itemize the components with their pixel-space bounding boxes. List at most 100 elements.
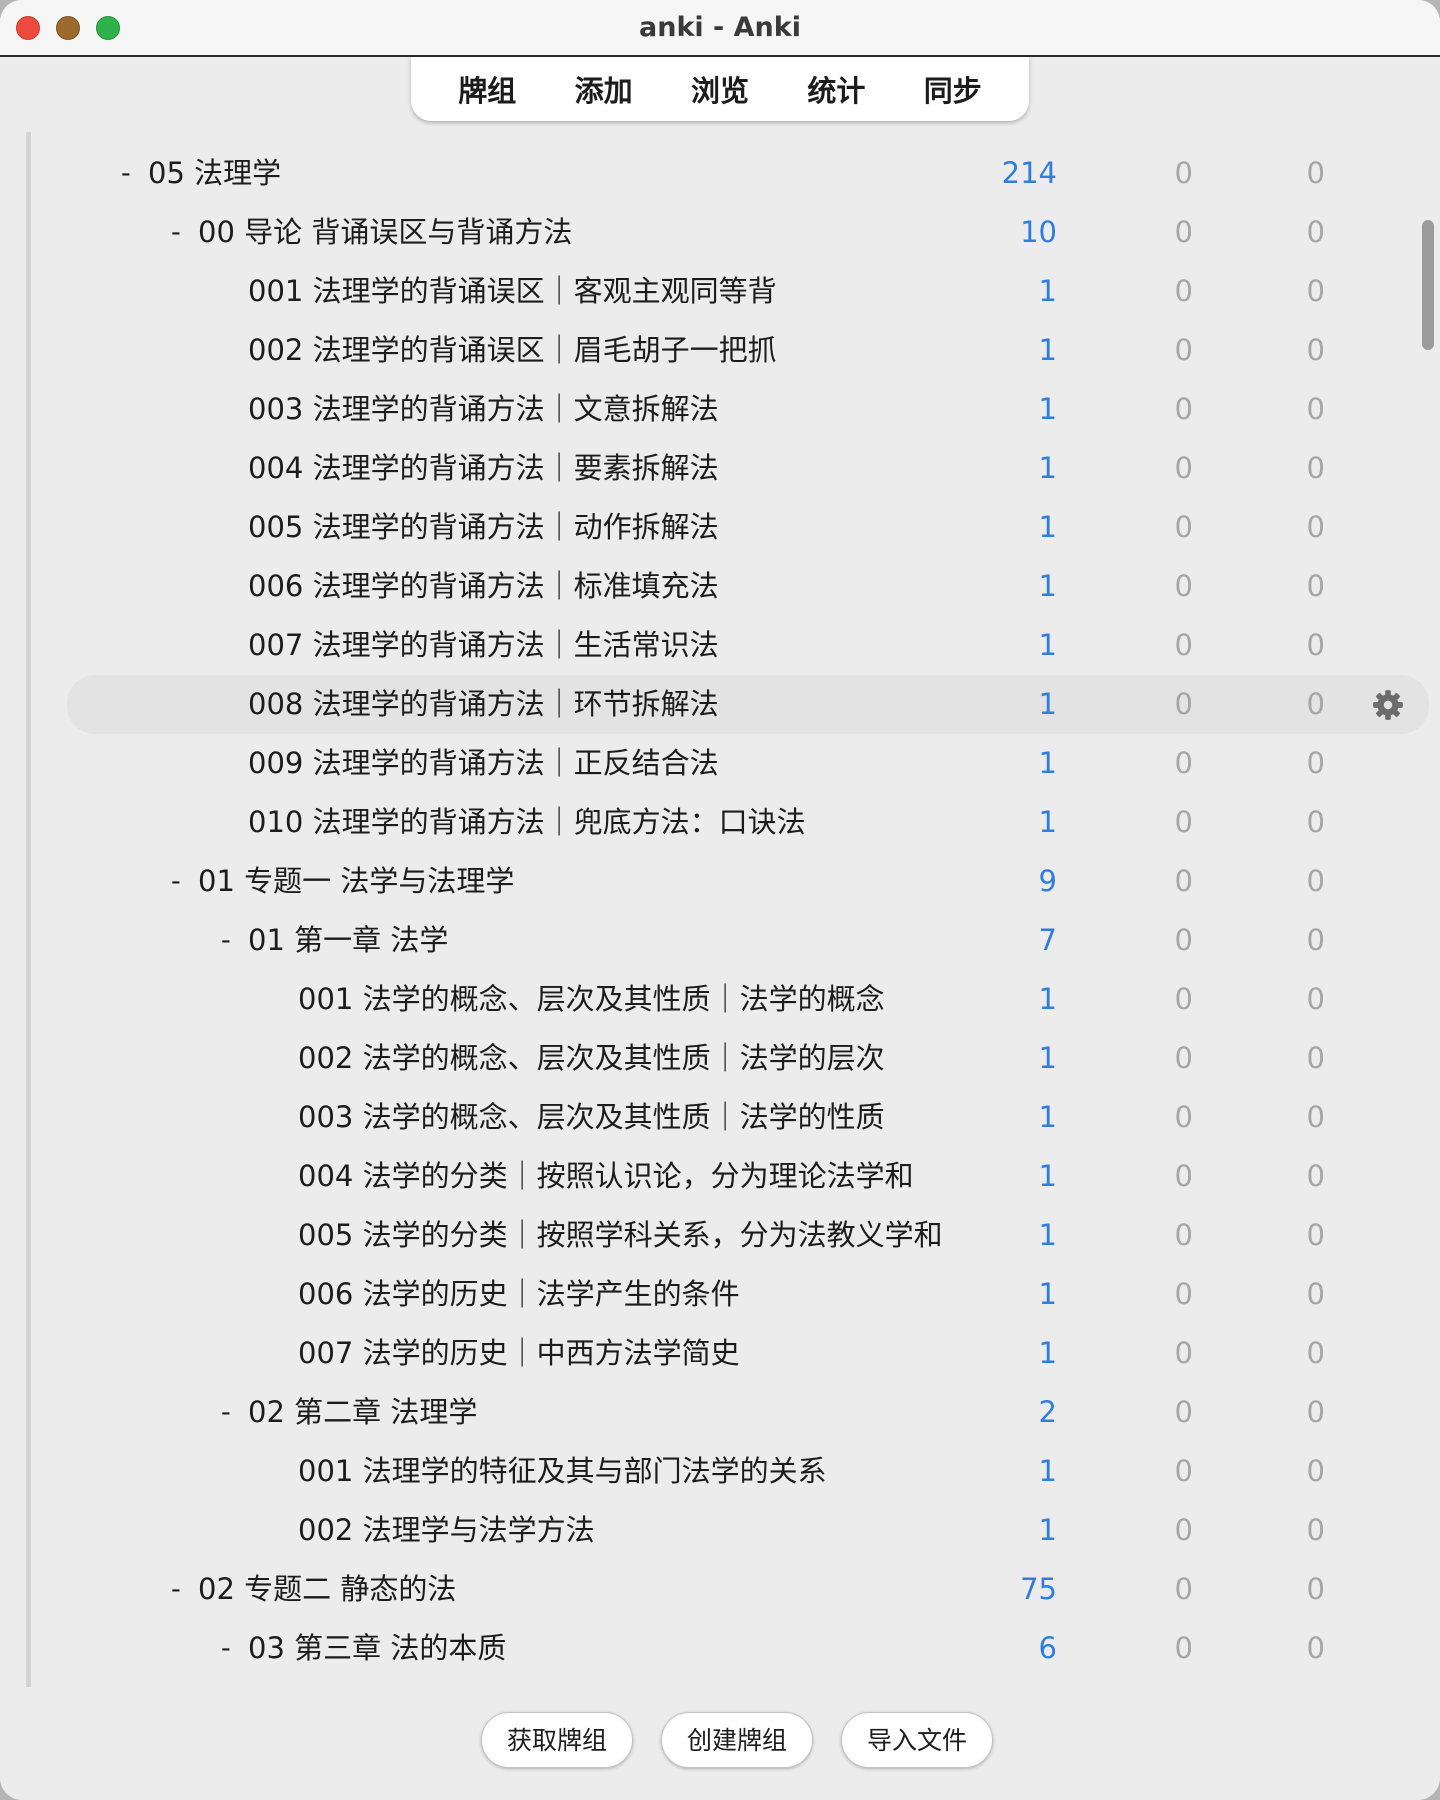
deck-name[interactable]: 02 专题二 静态的法 — [198, 1560, 456, 1619]
deck-row[interactable]: -01 专题一 法学与法理学 9 0 0 — [31, 852, 1431, 911]
deck-row[interactable]: -00 导论 背诵误区与背诵方法 10 0 0 — [31, 203, 1431, 262]
deck-row[interactable]: 005 法学的分类｜按照学科关系，分为法教义学和 1 0 0 — [31, 1206, 1431, 1265]
deck-name[interactable]: 009 法理学的背诵方法｜正反结合法 — [248, 734, 719, 793]
deck-name[interactable]: 004 法学的分类｜按照认识论，分为理论法学和 — [298, 1147, 914, 1206]
learn-count: 0 — [1174, 628, 1193, 662]
learn-count: 0 — [1174, 333, 1193, 367]
new-count: 1 — [1038, 274, 1057, 308]
title-bar[interactable]: anki - Anki — [0, 0, 1440, 57]
collapse-toggle[interactable]: - — [121, 144, 131, 203]
deck-name[interactable]: 006 法学的历史｜法学产生的条件 — [298, 1265, 740, 1324]
deck-name[interactable]: 007 法学的历史｜中西方法学简史 — [298, 1324, 740, 1383]
deck-name[interactable]: 05 法理学 — [148, 144, 281, 203]
deck-name[interactable]: 010 法理学的背诵方法｜兜底方法：口诀法 — [248, 793, 806, 852]
new-count: 1 — [1038, 628, 1057, 662]
deck-name[interactable]: 03 第三章 法的本质 — [248, 1619, 506, 1678]
deck-row[interactable]: 008 法理学的背诵方法｜环节拆解法 1 0 0 — [31, 675, 1431, 734]
deck-row[interactable]: -05 法理学 214 0 0 — [31, 144, 1431, 203]
collapse-toggle[interactable]: - — [171, 1560, 181, 1619]
deck-row[interactable]: -02 第二章 法理学 2 0 0 — [31, 1383, 1431, 1442]
deck-name[interactable]: 02 第二章 法理学 — [248, 1383, 477, 1442]
create-deck-button[interactable]: 创建牌组 — [661, 1712, 813, 1768]
due-count: 0 — [1306, 1572, 1325, 1606]
learn-count: 0 — [1174, 1159, 1193, 1193]
learn-count: 0 — [1174, 156, 1193, 190]
deck-name[interactable]: 00 导论 背诵误区与背诵方法 — [198, 203, 572, 262]
deck-row[interactable]: 001 法理学的背诵误区｜客观主观同等背 1 0 0 — [31, 262, 1431, 321]
deck-name[interactable]: 001 法理学的特征及其与部门法学的关系 — [298, 1442, 827, 1501]
toolbar-browse[interactable]: 浏览 — [685, 64, 755, 114]
deck-name[interactable]: 008 法理学的背诵方法｜环节拆解法 — [248, 675, 719, 734]
new-count: 6 — [1038, 1631, 1057, 1665]
toolbar-decks[interactable]: 牌组 — [452, 64, 522, 114]
deck-row[interactable]: 006 法学的历史｜法学产生的条件 1 0 0 — [31, 1265, 1431, 1324]
due-count: 0 — [1306, 274, 1325, 308]
deck-name[interactable]: 002 法理学与法学方法 — [298, 1501, 595, 1560]
deck-name[interactable]: 01 第一章 法学 — [248, 911, 448, 970]
new-count: 1 — [1038, 1159, 1057, 1193]
deck-row[interactable]: 001 法理学的特征及其与部门法学的关系 1 0 0 — [31, 1442, 1431, 1501]
deck-name[interactable]: 006 法理学的背诵方法｜标准填充法 — [248, 557, 719, 616]
toolbar-sync[interactable]: 同步 — [918, 64, 988, 114]
new-count: 1 — [1038, 1041, 1057, 1075]
deck-name[interactable]: 001 法学的概念、层次及其性质｜法学的概念 — [298, 970, 885, 1029]
due-count: 0 — [1306, 1218, 1325, 1252]
due-count: 0 — [1306, 215, 1325, 249]
deck-row[interactable]: -01 第一章 法学 7 0 0 — [31, 911, 1431, 970]
collapse-toggle[interactable]: - — [171, 852, 181, 911]
deck-row[interactable]: 006 法理学的背诵方法｜标准填充法 1 0 0 — [31, 557, 1431, 616]
window-title: anki - Anki — [639, 12, 801, 43]
deck-row[interactable]: 003 法理学的背诵方法｜文意拆解法 1 0 0 — [31, 380, 1431, 439]
deck-row[interactable]: -03 第三章 法的本质 6 0 0 — [31, 1619, 1431, 1678]
deck-row[interactable]: 005 法理学的背诵方法｜动作拆解法 1 0 0 — [31, 498, 1431, 557]
due-count: 0 — [1306, 1513, 1325, 1547]
import-file-button[interactable]: 导入文件 — [841, 1712, 993, 1768]
deck-row[interactable]: 009 法理学的背诵方法｜正反结合法 1 0 0 — [31, 734, 1431, 793]
deck-row[interactable]: 010 法理学的背诵方法｜兜底方法：口诀法 1 0 0 — [31, 793, 1431, 852]
toolbar-stats[interactable]: 统计 — [801, 64, 871, 114]
new-count: 1 — [1038, 1454, 1057, 1488]
collapse-toggle[interactable]: - — [221, 1383, 231, 1442]
collapse-toggle[interactable]: - — [171, 203, 181, 262]
deck-name[interactable]: 01 专题一 法学与法理学 — [198, 852, 514, 911]
due-count: 0 — [1306, 687, 1325, 721]
deck-row[interactable]: 007 法理学的背诵方法｜生活常识法 1 0 0 — [31, 616, 1431, 675]
due-count: 0 — [1306, 156, 1325, 190]
due-count: 0 — [1306, 746, 1325, 780]
new-count: 1 — [1038, 569, 1057, 603]
learn-count: 0 — [1174, 1513, 1193, 1547]
deck-row[interactable]: 004 法学的分类｜按照认识论，分为理论法学和 1 0 0 — [31, 1147, 1431, 1206]
deck-name[interactable]: 005 法理学的背诵方法｜动作拆解法 — [248, 498, 719, 557]
deck-name[interactable]: 007 法理学的背诵方法｜生活常识法 — [248, 616, 719, 675]
toolbar-add[interactable]: 添加 — [569, 64, 639, 114]
gear-icon[interactable] — [1371, 688, 1405, 722]
learn-count: 0 — [1174, 569, 1193, 603]
deck-row[interactable]: 002 法学的概念、层次及其性质｜法学的层次 1 0 0 — [31, 1029, 1431, 1088]
deck-name[interactable]: 002 法理学的背诵误区｜眉毛胡子一把抓 — [248, 321, 777, 380]
deck-name[interactable]: 003 法理学的背诵方法｜文意拆解法 — [248, 380, 719, 439]
learn-count: 0 — [1174, 746, 1193, 780]
new-count: 1 — [1038, 451, 1057, 485]
deck-name[interactable]: 005 法学的分类｜按照学科关系，分为法教义学和 — [298, 1206, 943, 1265]
deck-name[interactable]: 001 法理学的背诵误区｜客观主观同等背 — [248, 262, 777, 321]
deck-name[interactable]: 004 法理学的背诵方法｜要素拆解法 — [248, 439, 719, 498]
collapse-toggle[interactable]: - — [221, 911, 231, 970]
collapse-toggle[interactable]: - — [221, 1619, 231, 1678]
deck-list-scrollbar[interactable] — [1422, 220, 1434, 350]
anki-main-window: anki - Anki 牌组 添加 浏览 统计 同步 -05 法理学 214 0 0-… — [0, 0, 1440, 1800]
deck-row[interactable]: 001 法学的概念、层次及其性质｜法学的概念 1 0 0 — [31, 970, 1431, 1029]
deck-row[interactable]: -02 专题二 静态的法 75 0 0 — [31, 1560, 1431, 1619]
learn-count: 0 — [1174, 982, 1193, 1016]
deck-row[interactable]: 002 法理学的背诵误区｜眉毛胡子一把抓 1 0 0 — [31, 321, 1431, 380]
deck-row[interactable]: 002 法理学与法学方法 1 0 0 — [31, 1501, 1431, 1560]
deck-name[interactable]: 003 法学的概念、层次及其性质｜法学的性质 — [298, 1088, 885, 1147]
learn-count: 0 — [1174, 1218, 1193, 1252]
deck-row[interactable]: 007 法学的历史｜中西方法学简史 1 0 0 — [31, 1324, 1431, 1383]
learn-count: 0 — [1174, 805, 1193, 839]
deck-row[interactable]: 003 法学的概念、层次及其性质｜法学的性质 1 0 0 — [31, 1088, 1431, 1147]
due-count: 0 — [1306, 1159, 1325, 1193]
deck-name[interactable]: 002 法学的概念、层次及其性质｜法学的层次 — [298, 1029, 885, 1088]
due-count: 0 — [1306, 1395, 1325, 1429]
get-shared-decks-button[interactable]: 获取牌组 — [481, 1712, 633, 1768]
deck-row[interactable]: 004 法理学的背诵方法｜要素拆解法 1 0 0 — [31, 439, 1431, 498]
